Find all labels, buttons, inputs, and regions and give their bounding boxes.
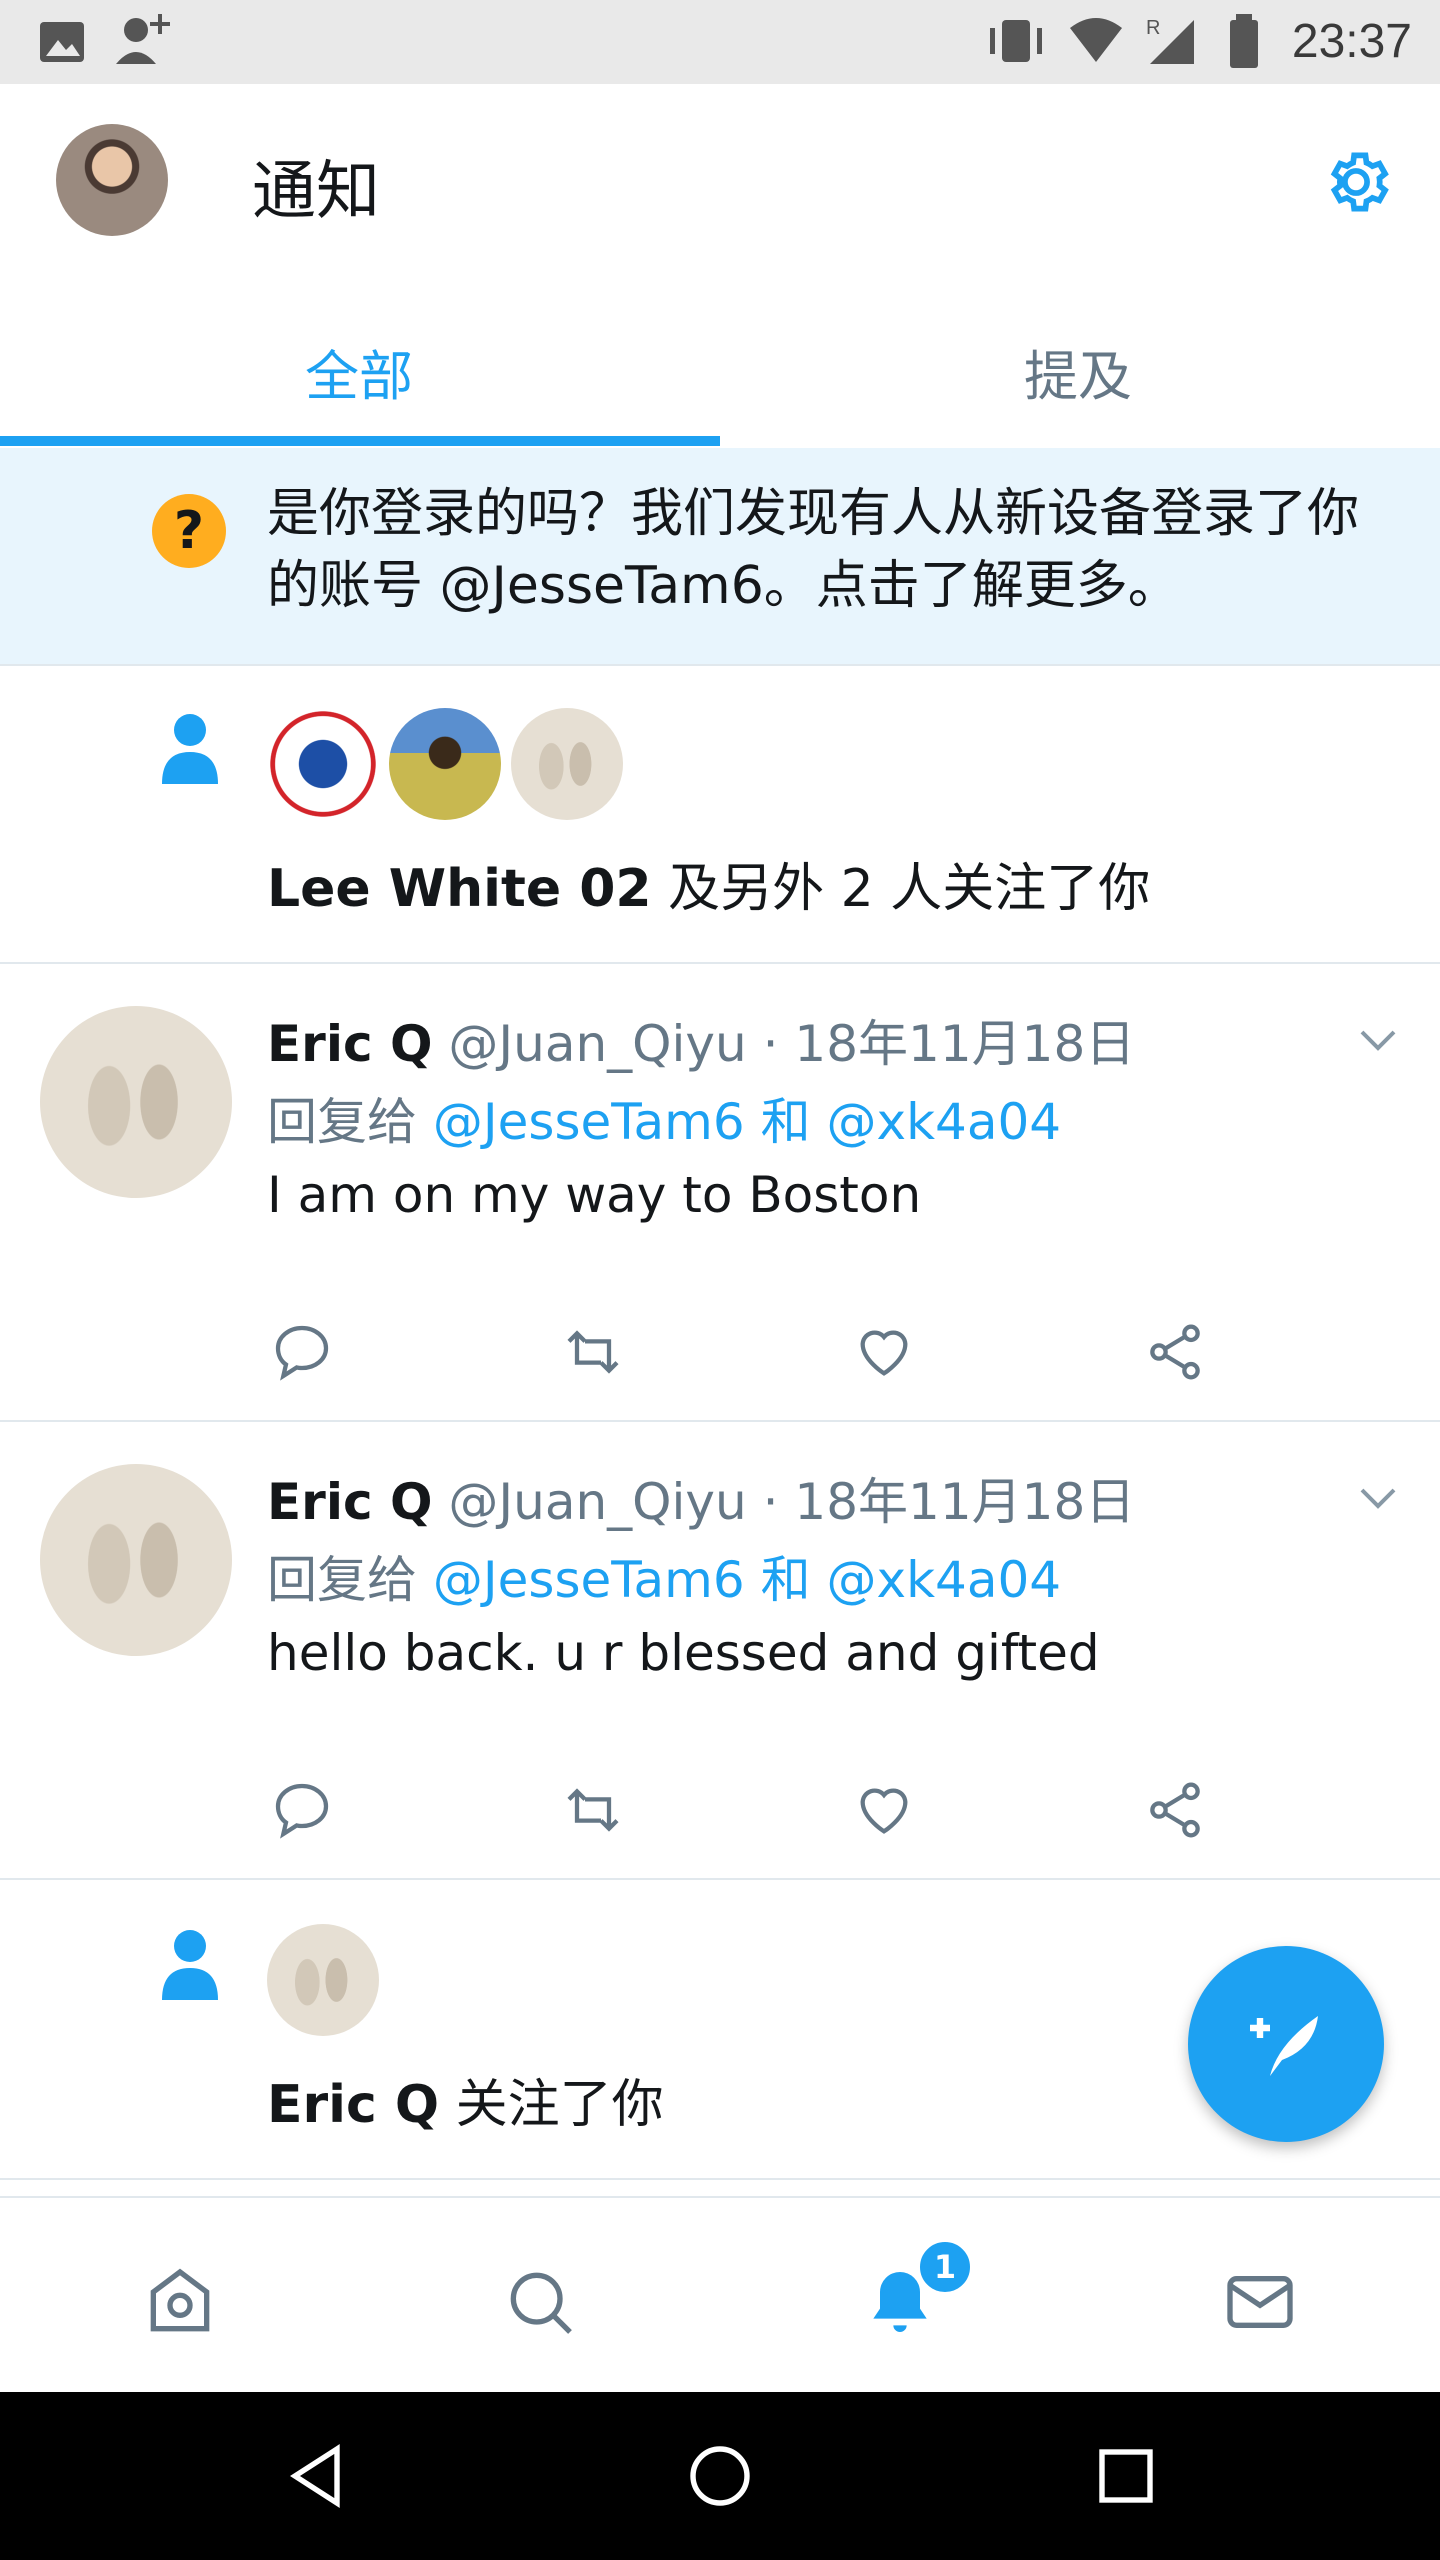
share-icon[interactable]	[1143, 1778, 1207, 1842]
notification-tabs: 全部 提及	[0, 284, 1440, 450]
follow-rest-text: 关注了你	[439, 2075, 664, 2135]
reply-prefix: 回复给	[267, 1093, 433, 1151]
messages-icon[interactable]	[1220, 2262, 1300, 2342]
tweet-meta: @Juan_Qiyu · 18年11月18日	[432, 1473, 1136, 1531]
person-icon	[162, 1930, 218, 2000]
svg-text:R: R	[1146, 17, 1160, 39]
tweet-avatar[interactable]	[40, 1006, 232, 1198]
reply-prefix: 回复给	[267, 1551, 433, 1609]
login-alert-text[interactable]: 是你登录的吗？我们发现有人从新设备登录了你的账号 @JesseTam6。点击了解…	[267, 478, 1397, 622]
follower-name: Eric Q	[267, 2075, 440, 2135]
tab-mentions[interactable]: 提及	[1024, 332, 1132, 411]
follower-avatar[interactable]	[511, 708, 623, 820]
follow-notification-text[interactable]: Eric Q 关注了你	[267, 2062, 664, 2137]
profile-avatar[interactable]	[56, 124, 168, 236]
vibrate-icon	[990, 20, 1042, 62]
page-title: 通知	[252, 155, 380, 229]
divider	[0, 962, 1440, 964]
recents-square-icon[interactable]	[1090, 2440, 1162, 2512]
tweet-author-name[interactable]: Eric Q	[267, 1015, 433, 1073]
divider	[0, 2178, 1440, 2180]
settings-gear-icon[interactable]	[1318, 144, 1394, 220]
notification-badge: 1	[916, 2238, 974, 2296]
app-header	[0, 84, 1440, 284]
follow-rest-text: 及另外 2 人关注了你	[651, 859, 1151, 919]
status-bar: R 23:37	[0, 0, 1440, 84]
follower-avatar[interactable]	[389, 708, 501, 820]
share-icon[interactable]	[1143, 1320, 1207, 1384]
reply-mentions-link[interactable]: @JesseTam6 和 @xk4a04	[433, 1551, 1061, 1609]
tab-all[interactable]: 全部	[305, 332, 413, 411]
battery-icon	[1230, 14, 1258, 68]
active-tab-indicator	[0, 436, 720, 446]
home-circle-icon[interactable]	[684, 2440, 756, 2512]
follower-avatar[interactable]	[267, 708, 379, 820]
divider	[0, 1420, 1440, 1422]
home-icon[interactable]	[140, 2262, 220, 2342]
reply-icon[interactable]	[270, 1320, 334, 1384]
like-heart-icon[interactable]	[852, 1320, 916, 1384]
tweet-meta: @Juan_Qiyu · 18年11月18日	[432, 1015, 1136, 1073]
reply-mentions-link[interactable]: @JesseTam6 和 @xk4a04	[433, 1093, 1061, 1151]
divider	[0, 1878, 1440, 1880]
like-heart-icon[interactable]	[852, 1778, 916, 1842]
tweet-avatar[interactable]	[40, 1464, 232, 1656]
follow-notification-text[interactable]: Lee White 02 及另外 2 人关注了你	[267, 846, 1150, 921]
back-icon[interactable]	[280, 2440, 352, 2512]
tweet-header: Eric Q @Juan_Qiyu · 18年11月18日	[267, 1004, 1135, 1076]
wifi-icon	[1070, 18, 1122, 62]
compose-feather-icon	[1250, 2016, 1318, 2076]
add-contact-notification-icon	[116, 14, 170, 64]
reply-context: 回复给 @JesseTam6 和 @xk4a04	[267, 1540, 1061, 1612]
image-notification-icon	[40, 22, 84, 62]
tweet-text: hello back. u r blessed and gifted	[267, 1624, 1100, 1682]
person-icon	[162, 714, 218, 784]
retweet-icon[interactable]	[561, 1320, 625, 1384]
chevron-down-icon[interactable]	[1358, 1486, 1398, 1510]
follower-avatar[interactable]	[267, 1924, 379, 2036]
reply-context: 回复给 @JesseTam6 和 @xk4a04	[267, 1082, 1061, 1154]
follower-name: Lee White 02	[267, 859, 652, 919]
tweet-text: I am on my way to Boston	[267, 1166, 922, 1224]
chevron-down-icon[interactable]	[1358, 1028, 1398, 1052]
tweet-author-name[interactable]: Eric Q	[267, 1473, 433, 1531]
status-time: 23:37	[1291, 15, 1412, 68]
compose-tweet-button[interactable]	[1188, 1946, 1384, 2142]
signal-icon: R	[1146, 17, 1194, 64]
reply-icon[interactable]	[270, 1778, 334, 1842]
tweet-header: Eric Q @Juan_Qiyu · 18年11月18日	[267, 1462, 1135, 1534]
retweet-icon[interactable]	[561, 1778, 625, 1842]
question-icon: ?	[152, 494, 226, 568]
search-icon[interactable]	[500, 2262, 580, 2342]
